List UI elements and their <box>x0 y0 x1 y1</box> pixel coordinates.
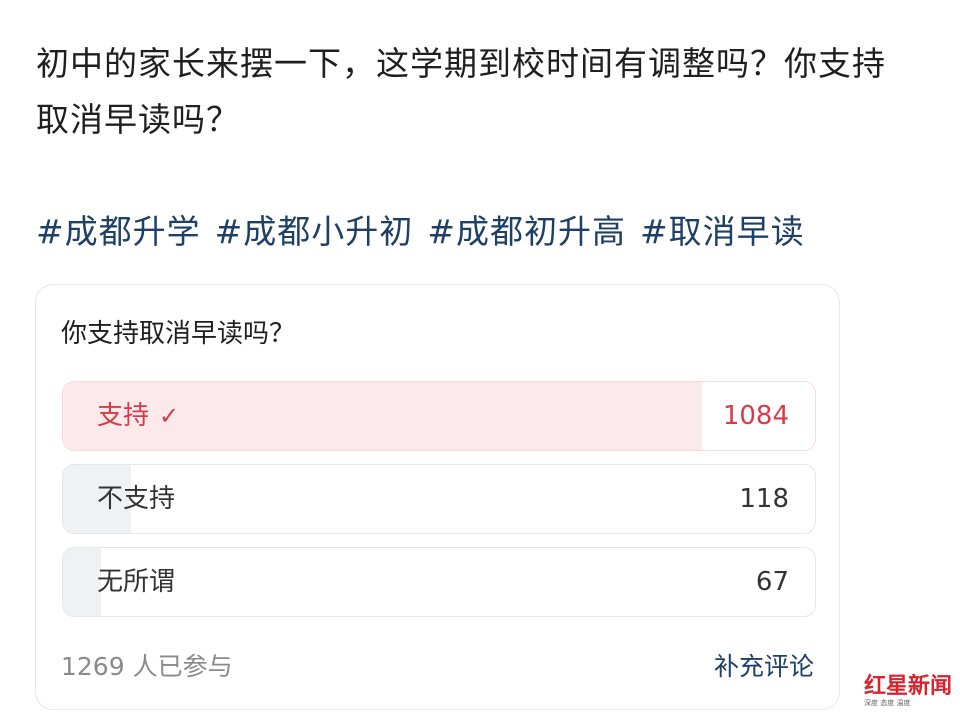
poll-option-label: 无所谓 <box>97 567 176 597</box>
poll-option-fill <box>63 548 101 616</box>
post-text: 初中的家长来摆一下，这学期到校时间有调整吗？你支持取消早读吗？ <box>36 44 886 139</box>
poll-option-label-text: 支持 <box>97 401 150 431</box>
poll-option-oppose[interactable]: 不支持 118 <box>62 464 816 534</box>
brand-watermark-logo: 红星新闻 深度 态度 温度 <box>864 668 956 714</box>
poll-participants-count: 1269 人已参与 <box>61 652 233 681</box>
add-comment-link[interactable]: 补充评论 <box>714 647 814 683</box>
poll-option-label: 不支持 <box>97 484 176 514</box>
hashtag-chengdu-shengxue[interactable]: #成都升学 <box>36 212 201 251</box>
hashtag-chengdu-xiaoshengchu[interactable]: #成都小升初 <box>215 212 414 251</box>
hashtag-chengdu-chushenggao[interactable]: #成都初升高 <box>427 212 626 251</box>
poll-option-support[interactable]: 支持 ✓ 1084 <box>62 381 816 451</box>
poll-question: 你支持取消早读吗？ <box>61 319 296 349</box>
poll-option-count: 1084 <box>722 401 789 431</box>
poll-option-indifferent[interactable]: 无所谓 67 <box>62 547 816 617</box>
check-icon: ✓ <box>159 402 180 430</box>
poll-option-count: 67 <box>755 567 789 597</box>
watermark-brand: 红星新闻 <box>864 673 953 699</box>
poll-option-label: 支持 ✓ <box>97 382 179 450</box>
poll-card: 你支持取消早读吗？ 支持 ✓ 1084 不支持 118 无所谓 67 1269 人… <box>35 284 840 710</box>
poll-option-count: 118 <box>739 484 789 514</box>
hashtag-list: #成都升学 #成都小升初 #成都初升高 #取消早读 <box>36 204 819 260</box>
hashtag-quxiao-zaodu[interactable]: #取消早读 <box>640 212 805 251</box>
